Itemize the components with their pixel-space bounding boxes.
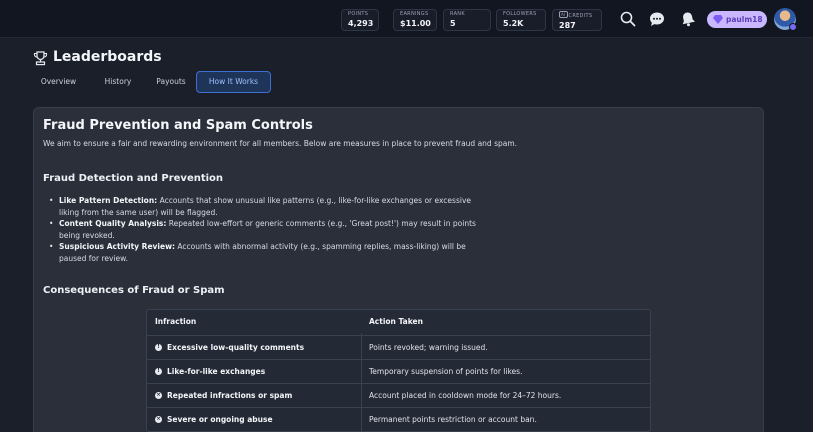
earnings-label: EARNINGS [400,11,429,17]
table-row: × Severe or ongoing abuse Permanent poin… [147,407,650,431]
followers-value: 5.2K [503,19,524,28]
diamond-icon [713,15,723,24]
earnings-stat[interactable]: EARNINGS $11.00 [393,9,437,31]
block-icon: × [155,416,162,423]
table-header-row: Infraction Action Taken [147,310,650,333]
credits-label-text: CREDITS [568,13,593,19]
measure-title: Like Pattern Detection: [59,196,158,205]
warning-icon: ! [155,344,162,351]
infraction-cell: ! Like-for-like exchanges [155,360,360,383]
measures-list: Like Pattern Detection: Accounts that sh… [48,195,478,264]
intro-text: We aim to ensure a fair and rewarding en… [43,139,518,148]
credits-stat[interactable]: AI CREDITS 287 [552,9,602,31]
infraction-cell: ! Excessive low-quality comments [155,336,360,359]
earnings-value: $11.00 [400,19,431,28]
followers-label: FOLLOWERS [503,11,537,17]
ai-badge: AI [559,11,568,18]
consequences-table: Infraction Action Taken ! Excessive low-… [146,309,651,432]
tab-history[interactable]: History [99,71,137,93]
rank-label: RANK [450,11,465,17]
top-bar: POINTS 4,293 EARNINGS $11.00 RANK 5 FOLL… [0,0,813,38]
header-action: Action Taken [369,317,423,326]
section-heading: Fraud Prevention and Spam Controls [43,118,313,133]
trophy-icon [33,51,48,66]
rank-value: 5 [450,19,456,28]
points-label: POINTS [348,11,369,17]
user-menu-button[interactable]: paulm18 [707,11,767,28]
warning-icon: ! [155,368,162,375]
points-value: 4,293 [348,19,374,28]
action-text: Temporary suspension of points for likes… [369,367,523,376]
status-dot [789,23,797,31]
tab-overview[interactable]: Overview [35,71,82,93]
action-text: Account placed in cooldown mode for 24–7… [369,391,562,400]
block-icon: × [155,392,162,399]
list-item: Content Quality Analysis: Repeated low-e… [48,218,478,241]
table-row: × Repeated infractions or spam Account p… [147,383,650,407]
table-row: ! Excessive low-quality comments Points … [147,335,650,359]
username: paulm18 [726,15,763,24]
header-infraction: Infraction [155,317,197,326]
infraction-text: Severe or ongoing abuse [167,415,273,424]
credits-value: 287 [559,21,576,30]
page-title: Leaderboards [53,49,162,65]
infraction-cell: × Severe or ongoing abuse [155,408,360,431]
bell-icon[interactable] [679,10,697,28]
credits-label: AI CREDITS [559,11,595,20]
points-stat[interactable]: POINTS 4,293 [341,9,379,31]
action-text: Points revoked; warning issued. [369,343,488,352]
infraction-cell: × Repeated infractions or spam [155,384,360,407]
rank-stat[interactable]: RANK 5 [443,9,491,31]
list-item: Like Pattern Detection: Accounts that sh… [48,195,478,218]
consequences-heading: Consequences of Fraud or Spam [43,285,225,296]
search-icon[interactable] [619,10,637,28]
followers-stat[interactable]: FOLLOWERS 5.2K [496,9,546,31]
infraction-text: Repeated infractions or spam [167,391,293,400]
infraction-text: Like-for-like exchanges [167,367,266,376]
measure-title: Content Quality Analysis: [59,219,167,228]
table-row: ! Like-for-like exchanges Temporary susp… [147,359,650,383]
tab-how-it-works[interactable]: How It Works [196,71,271,93]
chat-bubble-icon[interactable] [648,10,666,28]
infraction-text: Excessive low-quality comments [167,343,305,352]
measure-title: Suspicious Activity Review: [59,242,176,251]
tab-payouts[interactable]: Payouts [152,71,190,93]
action-text: Permanent points restriction or account … [369,415,537,424]
list-item: Suspicious Activity Review: Accounts wit… [48,241,478,264]
detection-heading: Fraud Detection and Prevention [43,173,224,184]
